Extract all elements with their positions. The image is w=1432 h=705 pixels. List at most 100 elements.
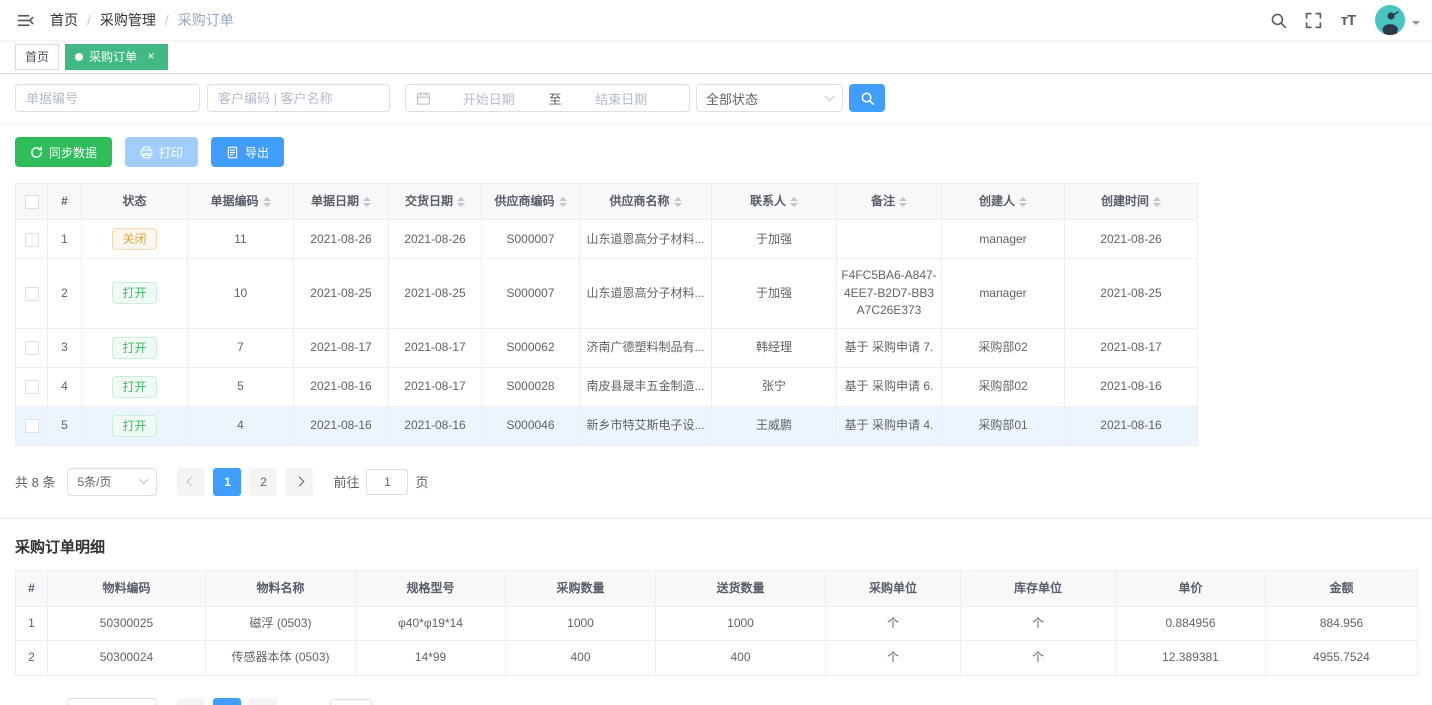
sort-icon[interactable]: [457, 197, 465, 207]
page-number-button[interactable]: 1: [213, 468, 241, 496]
column-header[interactable]: 单据日期: [294, 184, 389, 220]
column-header[interactable]: 交货日期: [389, 184, 482, 220]
cell-contact: 王威鹏: [712, 406, 837, 445]
sort-icon[interactable]: [790, 197, 798, 207]
column-header[interactable]: 创建时间: [1065, 184, 1198, 220]
end-date-placeholder[interactable]: 结束日期: [564, 89, 680, 108]
sort-icon[interactable]: [363, 197, 371, 207]
detail-cell-8: 12.389381: [1116, 641, 1266, 675]
breadcrumb-home[interactable]: 首页: [50, 10, 78, 30]
row-checkbox-cell: [16, 328, 48, 367]
status-select[interactable]: 全部状态: [696, 84, 843, 112]
breadcrumb: 首页 采购管理 采购订单: [50, 10, 234, 30]
tab-purchase-order[interactable]: 采购订单: [65, 44, 168, 70]
detail-cell-2: 传感器本体 (0503): [206, 641, 356, 675]
breadcrumb-separator: [165, 12, 169, 28]
cell-doc-date: 2021-08-25: [294, 259, 389, 328]
next-page-button[interactable]: [285, 468, 313, 496]
prev-page-button[interactable]: [177, 698, 205, 705]
sort-icon[interactable]: [559, 197, 567, 207]
chevron-left-icon: [187, 477, 197, 487]
column-header[interactable]: 单据编码: [188, 184, 294, 220]
order-no-input[interactable]: [15, 84, 200, 112]
sort-icon[interactable]: [899, 197, 907, 207]
page-number-button[interactable]: 2: [249, 468, 277, 496]
goto-page-input[interactable]: [330, 699, 372, 705]
sync-data-button[interactable]: 同步数据: [15, 137, 112, 167]
cell-supplier-name: 新乡市特艾斯电子设...: [580, 406, 712, 445]
select-all-checkbox[interactable]: [25, 195, 39, 209]
detail-cell-9: 4955.7524: [1266, 641, 1418, 675]
font-size-icon[interactable]: тT: [1337, 9, 1359, 31]
status-badge: 打开: [112, 376, 156, 398]
sort-icon[interactable]: [1153, 197, 1161, 207]
sort-icon[interactable]: [263, 197, 271, 207]
prev-page-button[interactable]: [177, 468, 205, 496]
cell-created-at: 2021-08-17: [1065, 328, 1198, 367]
detail-table-header-row: #物料编码物料名称规格型号采购数量送货数量采购单位库存单位单价金额: [16, 570, 1418, 606]
cell-doc-no: 5: [188, 367, 294, 406]
cell-creator: manager: [942, 220, 1065, 259]
avatar[interactable]: [1375, 5, 1405, 35]
breadcrumb-purchase-management[interactable]: 采购管理: [100, 10, 156, 30]
search-icon[interactable]: [1267, 9, 1289, 31]
table-row[interactable]: 150300025磁浮 (0503)φ40*φ19*1410001000个个0.…: [16, 606, 1418, 640]
column-header[interactable]: 供应商名称: [580, 184, 712, 220]
cell-supplier-code: S000028: [482, 367, 580, 406]
detail-cell-0: 1: [16, 606, 48, 640]
select-all-cell: [16, 184, 48, 220]
table-row[interactable]: 1关闭112021-08-262021-08-26S000007山东道恩高分子材…: [16, 220, 1198, 259]
detail-cell-6: 个: [826, 606, 961, 640]
next-page-button[interactable]: [249, 698, 277, 705]
orders-table-wrap: #状态单据编码单据日期交货日期供应商编码供应商名称联系人备注创建人创建时间 1关…: [15, 183, 1417, 446]
caret-down-icon[interactable]: [1412, 21, 1420, 29]
fullscreen-icon[interactable]: [1302, 9, 1324, 31]
column-header[interactable]: 备注: [837, 184, 942, 220]
cell-remark: 基于 采购申请 6.: [837, 367, 942, 406]
goto-page: 前往页: [297, 699, 392, 705]
cell-supplier-name: 南皮县晟丰五金制造...: [580, 367, 712, 406]
row-checkbox[interactable]: [25, 341, 39, 355]
column-header[interactable]: 供应商编码: [482, 184, 580, 220]
cell-status: 关闭: [82, 220, 188, 259]
cell-contact: 于加强: [712, 259, 837, 328]
goto-label: 前往: [333, 472, 359, 491]
detail-table-body: 150300025磁浮 (0503)φ40*φ19*1410001000个个0.…: [16, 606, 1418, 675]
tags-bar: 首页 采购订单: [0, 40, 1432, 74]
row-checkbox-cell: [16, 220, 48, 259]
tab-home[interactable]: 首页: [15, 44, 59, 70]
row-checkbox[interactable]: [25, 233, 39, 247]
table-row[interactable]: 5打开42021-08-162021-08-16S000046新乡市特艾斯电子设…: [16, 406, 1198, 445]
column-header[interactable]: 创建人: [942, 184, 1065, 220]
table-row[interactable]: 3打开72021-08-172021-08-17S000062济南广德塑料制品有…: [16, 328, 1198, 367]
customer-input[interactable]: [207, 84, 390, 112]
sort-icon[interactable]: [1019, 197, 1027, 207]
export-button[interactable]: 导出: [211, 137, 284, 167]
column-header[interactable]: 联系人: [712, 184, 837, 220]
table-row[interactable]: 250300024传感器本体 (0503)14*99400400个个12.389…: [16, 641, 1418, 675]
table-row[interactable]: 4打开52021-08-162021-08-17S000028南皮县晟丰五金制造…: [16, 367, 1198, 406]
cell-doc-no: 10: [188, 259, 294, 328]
detail-cell-8: 0.884956: [1116, 606, 1266, 640]
print-button[interactable]: 打印: [125, 137, 198, 167]
page-size-select[interactable]: 5条/页: [67, 468, 157, 496]
row-checkbox[interactable]: [25, 287, 39, 301]
calendar-icon: [416, 91, 431, 106]
table-row[interactable]: 2打开102021-08-252021-08-25S000007山东道恩高分子材…: [16, 259, 1198, 328]
detail-cell-5: 400: [656, 641, 826, 675]
page-unit-label: 页: [415, 472, 428, 491]
detail-table: #物料编码物料名称规格型号采购数量送货数量采购单位库存单位单价金额 150300…: [15, 570, 1418, 676]
start-date-placeholder[interactable]: 开始日期: [431, 89, 547, 108]
hamburger-icon[interactable]: [14, 9, 36, 31]
row-checkbox[interactable]: [25, 419, 39, 433]
page-size-select[interactable]: 5条/页: [67, 698, 157, 705]
goto-page-input[interactable]: [366, 469, 408, 495]
cell-delivery-date: 2021-08-16: [389, 406, 482, 445]
cell-supplier-code: S000046: [482, 406, 580, 445]
search-button[interactable]: [849, 84, 885, 112]
close-tab-icon[interactable]: [144, 50, 158, 64]
page-number-button[interactable]: 1: [213, 698, 241, 705]
row-checkbox[interactable]: [25, 380, 39, 394]
date-range-picker[interactable]: 开始日期 至 结束日期: [405, 84, 690, 112]
sort-icon[interactable]: [674, 197, 682, 207]
